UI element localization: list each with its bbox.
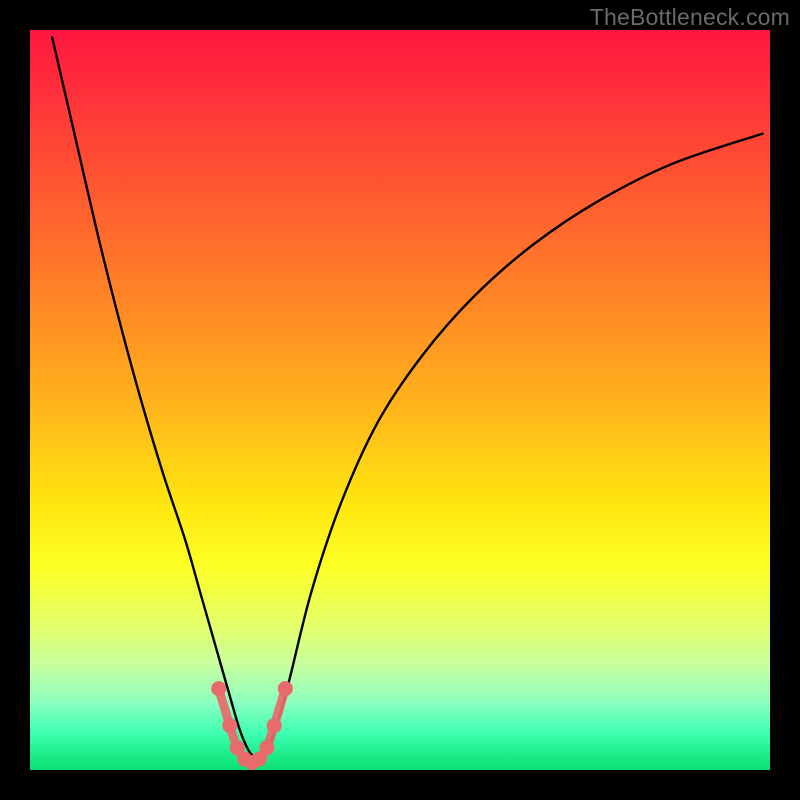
chart-frame: TheBottleneck.com — [0, 0, 800, 800]
watermark-text: TheBottleneck.com — [590, 4, 790, 31]
bottleneck-curve — [52, 37, 762, 758]
plot-area — [30, 30, 770, 770]
chart-svg — [30, 30, 770, 770]
valley-markers — [211, 681, 293, 770]
